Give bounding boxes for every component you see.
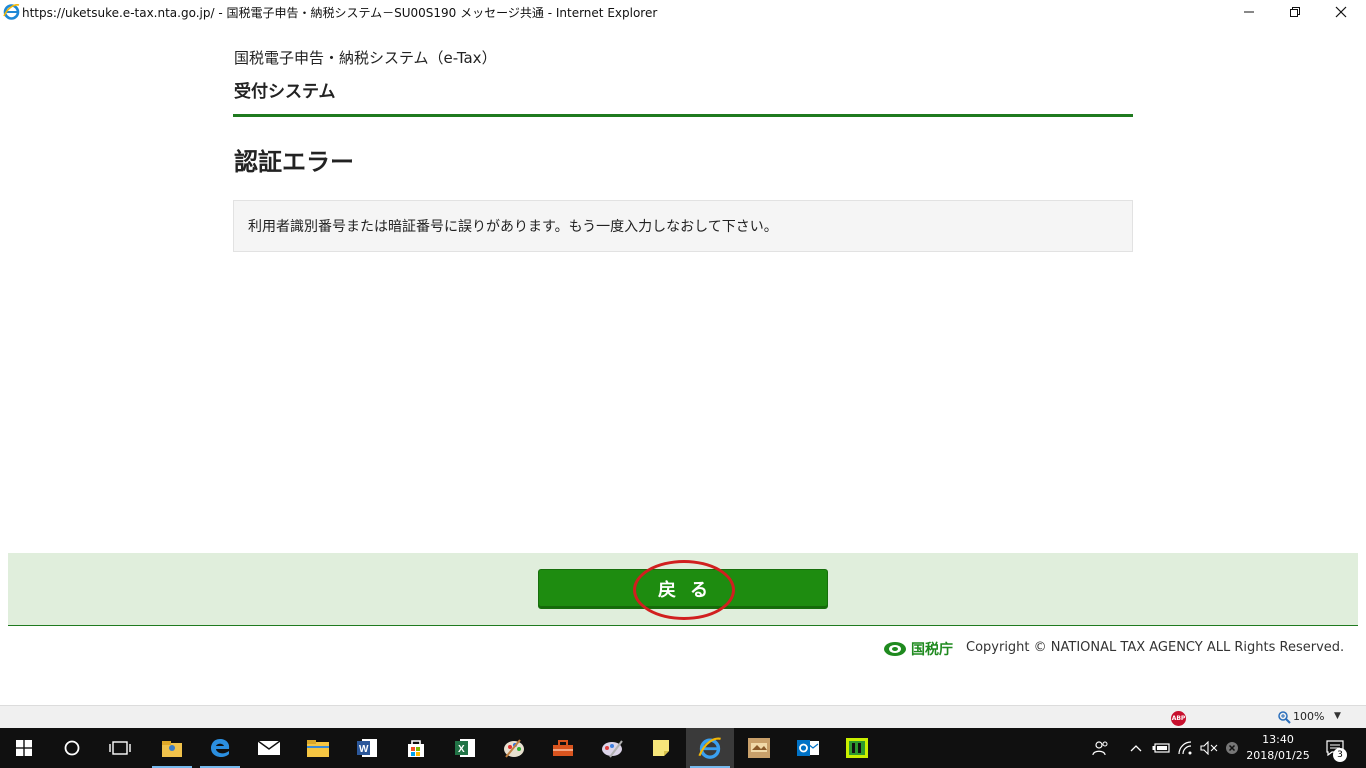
nta-logo: 国税庁 (883, 639, 953, 659)
svg-text:X: X (458, 744, 465, 755)
taskbar-file-explorer[interactable] (294, 728, 342, 768)
browser-statusbar: ABP 100% ▼ (0, 705, 1366, 728)
error-message-box: 利用者識別番号または暗証番号に誤りがあります。もう一度入力しなおして下さい。 (233, 200, 1133, 252)
zoom-level[interactable]: 100% (1293, 710, 1324, 723)
task-view-icon (109, 741, 131, 755)
wifi-icon (1178, 741, 1192, 755)
outlook-icon (797, 740, 819, 756)
back-button-label: 戻る (658, 580, 722, 601)
header-divider (233, 114, 1133, 117)
folder-icon (307, 740, 329, 757)
taskbar-edge[interactable] (196, 728, 244, 768)
close-icon (1335, 6, 1347, 18)
taskbar-word[interactable]: W (343, 728, 391, 768)
taskbar-sticky-notes[interactable] (637, 728, 685, 768)
taskbar-excel[interactable]: X (441, 728, 489, 768)
chevron-up-icon (1130, 745, 1142, 752)
excel-icon: X (455, 739, 475, 757)
adblock-plus-icon[interactable]: ABP (1171, 711, 1186, 726)
taskbar-green-app[interactable] (833, 728, 881, 768)
clock-date: 2018/01/25 (1246, 749, 1310, 762)
zoom-icon[interactable] (1277, 710, 1291, 724)
taskbar-paint-3d[interactable] (588, 728, 636, 768)
store-icon (408, 740, 424, 757)
action-center-button[interactable] (1318, 728, 1352, 768)
palette-brush-icon (602, 740, 623, 758)
error-circle-icon (1226, 742, 1238, 754)
window-titlebar: https://uketsuke.e-tax.nta.go.jp/ - 国税電子… (0, 0, 1366, 24)
volume-button[interactable] (1198, 728, 1220, 768)
taskbar-store[interactable] (392, 728, 440, 768)
folder-people-icon (162, 741, 182, 757)
network-button[interactable] (1175, 728, 1197, 768)
people-button[interactable] (1088, 728, 1114, 768)
taskbar-mail[interactable] (245, 728, 293, 768)
volume-muted-icon (1200, 741, 1218, 755)
restore-button[interactable] (1272, 0, 1318, 24)
site-title: 受付システム (234, 82, 336, 102)
green-app-icon (846, 738, 868, 758)
battery-icon (1152, 743, 1170, 753)
restore-icon (1290, 7, 1300, 17)
error-message-text: 利用者識別番号または暗証番号に誤りがあります。もう一度入力しなおして下さい。 (248, 219, 778, 235)
taskbar-outlook[interactable] (784, 728, 832, 768)
taskbar-clock[interactable]: 13:40 2018/01/25 (1244, 732, 1312, 764)
mail-icon (257, 740, 281, 755)
clock-time: 13:40 (1262, 733, 1294, 746)
taskbar-internet-explorer[interactable] (686, 728, 734, 768)
photo-app-icon (748, 738, 770, 758)
svg-text:W: W (359, 744, 369, 755)
nta-logo-text: 国税庁 (911, 642, 953, 658)
show-hidden-icons-button[interactable] (1126, 728, 1146, 768)
close-button[interactable] (1318, 0, 1364, 24)
taskbar-paint[interactable] (490, 728, 538, 768)
copyright-text: Copyright © NATIONAL TAX AGENCY ALL Righ… (966, 640, 1345, 655)
taskbar-file-explorer-app[interactable] (148, 728, 196, 768)
status-error-button[interactable] (1221, 728, 1243, 768)
page-title: 認証エラー (234, 148, 354, 176)
zoom-dropdown-icon[interactable]: ▼ (1334, 711, 1341, 721)
windows-taskbar: W X 13:40 2018/01/25 (0, 728, 1366, 768)
minimize-button[interactable] (1226, 0, 1272, 24)
start-button[interactable] (0, 728, 48, 768)
battery-button[interactable] (1150, 728, 1172, 768)
cortana-button[interactable] (48, 728, 96, 768)
cortana-icon (64, 740, 80, 756)
task-view-button[interactable] (96, 728, 144, 768)
site-subtitle: 国税電子申告・納税システム（e-Tax） (234, 49, 497, 67)
sticky-note-icon (653, 740, 669, 756)
back-button[interactable]: 戻る (538, 569, 828, 609)
toolbox-icon (553, 740, 573, 756)
paint-palette-icon (504, 739, 524, 758)
taskbar-image-app[interactable] (735, 728, 783, 768)
edge-icon (211, 739, 230, 757)
word-icon: W (357, 739, 377, 757)
internet-explorer-icon (698, 737, 721, 759)
taskbar-toolbox-app[interactable] (539, 728, 587, 768)
nta-emblem-icon (884, 642, 906, 656)
internet-explorer-icon (3, 4, 20, 20)
people-icon (1092, 741, 1108, 756)
notification-count-badge: 3 (1333, 748, 1347, 762)
minimize-icon (1244, 11, 1254, 13)
window-title: https://uketsuke.e-tax.nta.go.jp/ - 国税電子… (22, 6, 658, 20)
windows-logo-icon (16, 740, 32, 756)
